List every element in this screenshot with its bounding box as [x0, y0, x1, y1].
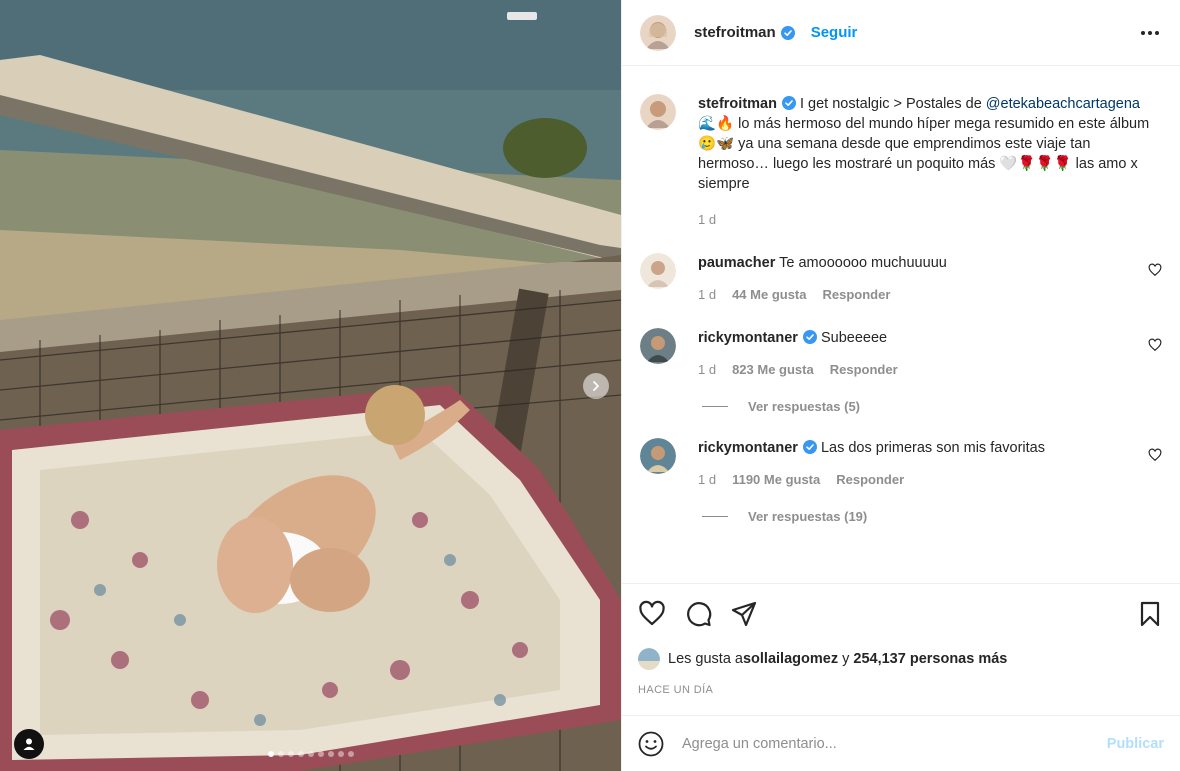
- comments-list[interactable]: stefroitman I get nostalgic > Postales d…: [622, 67, 1180, 583]
- replies-divider: [702, 516, 728, 517]
- reply-button[interactable]: Responder: [823, 287, 891, 302]
- comment-time[interactable]: 1 d: [698, 362, 716, 377]
- commenter-avatar[interactable]: [640, 253, 676, 289]
- author-avatar[interactable]: [640, 14, 676, 51]
- emoji-icon[interactable]: [638, 731, 664, 757]
- comment-username[interactable]: paumacher: [698, 255, 775, 271]
- carousel-indicator: [0, 751, 621, 757]
- like-comment-heart-icon[interactable]: [1148, 448, 1162, 462]
- comment-likes[interactable]: 44 Me gusta: [732, 287, 806, 302]
- comment-likes[interactable]: 823 Me gusta: [732, 362, 814, 377]
- comment-body: Las dos primeras son mis favoritas: [816, 440, 1045, 456]
- comment-likes[interactable]: 1190 Me gusta: [732, 472, 820, 487]
- publish-button[interactable]: Publicar: [1107, 736, 1164, 752]
- view-replies-button[interactable]: Ver respuestas (19): [702, 509, 1162, 524]
- share-icon[interactable]: [730, 600, 758, 628]
- carousel-dot: [297, 751, 304, 757]
- carousel-dot: [327, 751, 334, 757]
- comment-meta: 1 d 823 Me gusta Responder: [698, 362, 1134, 377]
- caption-time[interactable]: 1 d: [698, 212, 716, 227]
- bookmark-icon[interactable]: [1136, 600, 1164, 628]
- caption: stefroitman I get nostalgic > Postales d…: [640, 94, 1162, 227]
- reply-button[interactable]: Responder: [836, 472, 904, 487]
- caption-meta: 1 d: [698, 212, 1162, 227]
- comment-username[interactable]: rickymontaner: [698, 330, 798, 346]
- post-photo: [0, 0, 621, 771]
- post-actions: Les gusta a sollailagomez y 254,137 pers…: [622, 583, 1180, 696]
- likes-count[interactable]: 254,137 personas más: [853, 651, 1007, 667]
- tag-user-icon: [23, 738, 35, 750]
- post-side-panel: stefroitman Seguir stefroitman I get nos…: [621, 0, 1180, 771]
- post-timestamp[interactable]: HACE UN DÍA: [638, 684, 1164, 696]
- carousel-dot: [307, 751, 314, 757]
- comment-item: paumacher Te amoooooo muchuuuuu 1 d 44 M…: [640, 253, 1162, 302]
- verified-badge-icon: [780, 25, 795, 40]
- view-replies-label: Ver respuestas (5): [748, 399, 861, 414]
- post-header: stefroitman Seguir: [622, 0, 1180, 66]
- action-icons: [638, 600, 1164, 628]
- tagged-users-button[interactable]: [14, 729, 44, 759]
- caption-mention[interactable]: @etekabeachcartagena: [986, 96, 1140, 112]
- comment-text: paumacher Te amoooooo muchuuuuu: [698, 253, 1134, 273]
- replies-divider: [702, 406, 728, 407]
- comment-input[interactable]: [682, 735, 1107, 752]
- verified-badge-icon: [802, 440, 817, 454]
- next-slide-button[interactable]: [583, 373, 609, 399]
- comment-time[interactable]: 1 d: [698, 472, 716, 487]
- view-replies-button[interactable]: Ver respuestas (5): [702, 399, 1162, 414]
- view-replies-label: Ver respuestas (19): [748, 509, 868, 524]
- carousel-dot: [317, 751, 324, 757]
- carousel-dot: [337, 751, 344, 757]
- like-comment-heart-icon[interactable]: [1148, 338, 1162, 352]
- liker-username[interactable]: sollailagomez: [743, 651, 838, 667]
- comment-username[interactable]: rickymontaner: [698, 440, 798, 456]
- comment-meta: 1 d 1190 Me gusta Responder: [698, 472, 1134, 487]
- caption-username[interactable]: stefroitman: [698, 96, 777, 112]
- likes-prefix: Les gusta a: [668, 651, 743, 667]
- more-options-icon: [1141, 30, 1159, 35]
- commenter-avatar[interactable]: [640, 328, 676, 364]
- comment-time[interactable]: 1 d: [698, 287, 716, 302]
- liker-avatar[interactable]: [638, 648, 660, 670]
- verified-badge-icon: [781, 96, 796, 110]
- add-comment-bar: Publicar: [622, 715, 1180, 771]
- heart-icon[interactable]: [638, 600, 666, 628]
- verified-badge-icon: [802, 330, 817, 344]
- like-comment-heart-icon[interactable]: [1148, 263, 1162, 277]
- comment-meta: 1 d 44 Me gusta Responder: [698, 287, 1134, 302]
- caption-text: stefroitman I get nostalgic > Postales d…: [698, 94, 1162, 194]
- caption-text-after: 🌊🔥 lo más hermoso del mundo híper mega r…: [698, 116, 1150, 192]
- comment-body: Te amoooooo muchuuuuu: [775, 255, 947, 271]
- carousel-dot: [287, 751, 294, 757]
- beach-photo: [0, 0, 621, 771]
- carousel-dot: [277, 751, 284, 757]
- comment-item: rickymontaner Subeeeee 1 d 823 Me gusta …: [640, 328, 1162, 377]
- comment-item: rickymontaner Las dos primeras son mis f…: [640, 438, 1162, 487]
- more-options-button[interactable]: [1138, 21, 1162, 45]
- likes-summary: Les gusta a sollailagomez y 254,137 pers…: [638, 648, 1164, 670]
- carousel-dot: [347, 751, 354, 757]
- commenter-avatar[interactable]: [640, 438, 676, 474]
- likes-mid: y: [838, 651, 854, 667]
- author-username[interactable]: stefroitman: [694, 24, 776, 41]
- caption-text-before: I get nostalgic > Postales de: [795, 96, 986, 112]
- follow-button[interactable]: Seguir: [811, 24, 858, 41]
- comment-text: rickymontaner Subeeeee: [698, 328, 1134, 348]
- comment-body: Subeeeee: [816, 330, 888, 346]
- next-arrow-icon: [593, 381, 599, 391]
- comment-icon[interactable]: [684, 600, 712, 628]
- author-avatar[interactable]: [640, 94, 676, 130]
- comment-text: rickymontaner Las dos primeras son mis f…: [698, 438, 1134, 458]
- carousel-dot: [267, 751, 274, 757]
- reply-button[interactable]: Responder: [830, 362, 898, 377]
